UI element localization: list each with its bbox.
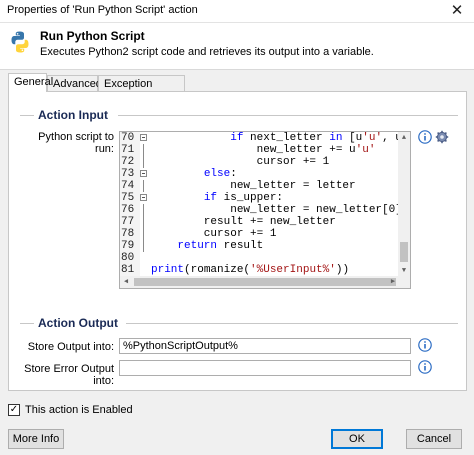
tab-exception-handling[interactable]: Exception Handling — [98, 75, 185, 106]
code-text: print(romanize('%UserInput%')) — [151, 264, 350, 276]
code-text: else: — [203, 168, 237, 180]
store-output-label: Store Output into: — [27, 341, 114, 353]
horizontal-scroll-thumb[interactable] — [134, 278, 396, 286]
line-number: 74 — [121, 180, 135, 192]
code-text: if is_upper: — [203, 192, 284, 204]
fold-guide-line — [143, 216, 144, 228]
store-output-field[interactable]: %PythonScriptOutput% — [119, 338, 411, 354]
code-line[interactable]: 73 else: — [120, 168, 399, 180]
fold-collapse-icon[interactable] — [140, 170, 147, 177]
line-number: 76 — [121, 204, 135, 216]
info-icon[interactable] — [418, 360, 432, 374]
script-editor[interactable]: 70 if next_letter in [u'u', u'ü']:71 new… — [119, 131, 411, 289]
line-number: 75 — [121, 192, 135, 204]
code-line[interactable]: 77 result += new_letter — [120, 216, 399, 228]
action-input-heading: Action Input — [38, 108, 108, 122]
code-line[interactable]: 71 new_letter += u'u' — [120, 144, 399, 156]
code-text: result += new_letter — [151, 216, 336, 228]
line-number: 79 — [121, 240, 135, 252]
fold-guide-line — [143, 156, 144, 168]
scroll-right-icon[interactable]: ▶ — [387, 276, 399, 288]
line-number: 77 — [121, 216, 135, 228]
code-line[interactable]: 72 cursor += 1 — [120, 156, 399, 168]
info-icon[interactable] — [418, 130, 432, 144]
code-text: cursor += 1 — [151, 228, 277, 240]
enabled-label: This action is Enabled — [25, 404, 133, 416]
gear-icon[interactable] — [435, 130, 449, 144]
code-line[interactable]: 79 return result — [120, 240, 399, 252]
fold-guide-line — [143, 228, 144, 240]
fold-guide-line — [143, 144, 144, 156]
cancel-button[interactable]: Cancel — [406, 429, 462, 449]
vertical-scroll-thumb[interactable] — [400, 242, 408, 262]
fold-guide-line — [143, 240, 144, 252]
fold-collapse-icon[interactable] — [140, 134, 147, 141]
code-line[interactable]: 74 new_letter = letter — [120, 180, 399, 192]
code-text: if next_letter in [u'u', u'ü']: — [230, 132, 410, 144]
python-logo-icon — [11, 31, 29, 53]
horizontal-scrollbar[interactable]: ◀ ▶ — [120, 276, 410, 288]
vertical-scrollbar[interactable]: ▲ ▼ — [398, 132, 410, 277]
enabled-checkbox[interactable]: ✓ — [8, 404, 20, 416]
action-output-heading: Action Output — [38, 316, 118, 330]
fold-guide-line — [143, 180, 144, 192]
scroll-up-icon[interactable]: ▲ — [398, 132, 410, 144]
info-icon[interactable] — [418, 338, 432, 352]
code-text: new_letter += u'u' — [151, 144, 376, 156]
tab-advanced[interactable]: Advanced — [47, 75, 102, 91]
code-text: new_letter = letter — [151, 180, 356, 192]
tab-general[interactable]: General — [8, 73, 53, 92]
more-info-button[interactable]: More Info — [8, 429, 64, 449]
line-number: 72 — [121, 156, 135, 168]
close-icon[interactable]: ✕ — [440, 0, 474, 22]
store-error-field[interactable] — [119, 360, 411, 376]
action-title: Run Python Script — [40, 29, 145, 43]
line-number: 78 — [121, 228, 135, 240]
window-title: Properties of 'Run Python Script' action — [7, 4, 198, 16]
ok-button[interactable]: OK — [331, 429, 383, 449]
code-line[interactable]: 70 if next_letter in [u'u', u'ü']: — [120, 132, 410, 144]
code-line[interactable]: 76 new_letter = new_letter[0].upper( — [120, 204, 410, 216]
scroll-left-icon[interactable]: ◀ — [120, 276, 132, 288]
store-error-label: Store Error Output into: — [24, 363, 114, 387]
action-input-section: Action Input — [20, 108, 458, 122]
code-text: return result — [177, 240, 264, 252]
code-text: cursor += 1 — [151, 156, 330, 168]
line-number: 71 — [121, 144, 135, 156]
code-line[interactable]: 81 print(romanize('%UserInput%')) — [120, 264, 399, 276]
line-number: 80 — [121, 252, 135, 264]
action-output-section: Action Output — [20, 316, 458, 330]
code-line[interactable]: 78 cursor += 1 — [120, 228, 399, 240]
fold-guide-line — [143, 204, 144, 216]
script-label: Python script to run: — [38, 131, 114, 155]
line-number: 70 — [121, 132, 135, 144]
fold-collapse-icon[interactable] — [140, 194, 147, 201]
action-header: Run Python Script Executes Python2 scrip… — [0, 23, 474, 70]
code-line[interactable]: 80 — [120, 252, 399, 264]
code-text: new_letter = new_letter[0].upper( — [230, 204, 410, 216]
line-number: 81 — [121, 264, 135, 276]
title-bar: Properties of 'Run Python Script' action… — [0, 0, 474, 23]
action-description: Executes Python2 script code and retriev… — [40, 46, 374, 58]
code-line[interactable]: 75 if is_upper: — [120, 192, 399, 204]
line-number: 73 — [121, 168, 135, 180]
